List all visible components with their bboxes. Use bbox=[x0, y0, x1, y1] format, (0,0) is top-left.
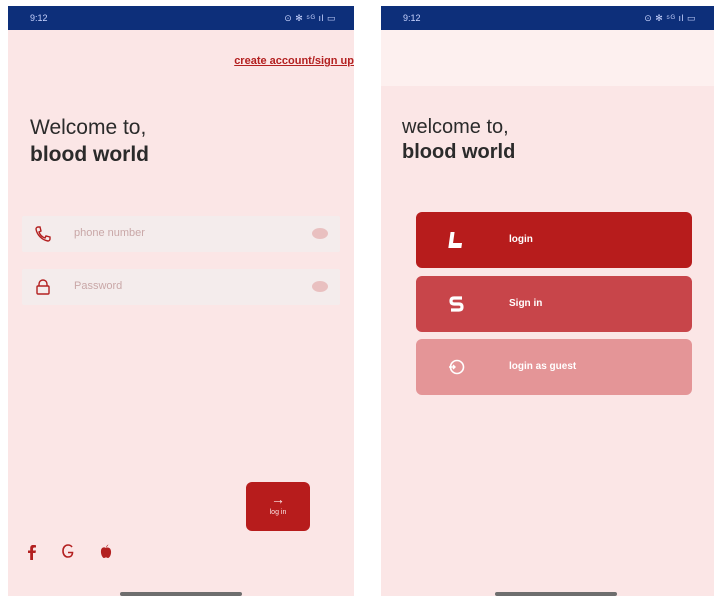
home-indicator[interactable] bbox=[495, 592, 617, 596]
welcome-line-1: welcome to, bbox=[402, 116, 509, 138]
arrow-right-icon: → bbox=[271, 491, 285, 507]
login-button-label: log in bbox=[269, 509, 287, 516]
login-screen: 9:12 ⊙ ✻ ⁵ᴳ ıl ▭ create account/sign up … bbox=[8, 6, 354, 596]
eye-icon[interactable] bbox=[312, 281, 328, 292]
status-bar: 9:12 ⊙ ✻ ⁵ᴳ ıl ▭ bbox=[381, 6, 714, 30]
guest-login-button[interactable]: login as guest bbox=[416, 339, 692, 395]
apple-icon[interactable] bbox=[98, 543, 114, 561]
google-icon[interactable] bbox=[60, 543, 76, 561]
login-icon bbox=[448, 232, 463, 248]
sign-in-button[interactable]: Sign in bbox=[416, 276, 692, 332]
guest-icon bbox=[449, 359, 465, 375]
guest-label: login as guest bbox=[509, 361, 577, 372]
login-button[interactable]: login bbox=[416, 212, 692, 268]
header-band bbox=[381, 30, 714, 86]
welcome-heading: welcome to, blood world bbox=[402, 115, 515, 165]
welcome-screen: 9:12 ⊙ ✻ ⁵ᴳ ıl ▭ welcome to, blood world… bbox=[381, 6, 714, 596]
login-label: login bbox=[509, 234, 533, 245]
password-placeholder: Password bbox=[74, 280, 123, 292]
status-time: 9:12 bbox=[30, 13, 48, 23]
facebook-icon[interactable] bbox=[24, 543, 40, 561]
status-icons: ⊙ ✻ ⁵ᴳ ıl ▭ bbox=[284, 13, 336, 23]
lock-icon bbox=[36, 279, 50, 295]
signin-icon bbox=[449, 296, 464, 312]
app-name: blood world bbox=[402, 141, 516, 163]
phone-placeholder: phone number bbox=[74, 227, 145, 239]
phone-icon bbox=[35, 226, 51, 242]
password-field[interactable]: Password bbox=[22, 269, 340, 305]
app-name: blood world bbox=[30, 143, 149, 166]
signin-label: Sign in bbox=[509, 298, 543, 309]
home-indicator[interactable] bbox=[120, 592, 242, 596]
create-account-link[interactable]: create account/sign up bbox=[234, 55, 354, 67]
login-submit-button[interactable]: → log in bbox=[246, 482, 310, 531]
welcome-line-1: Welcome to, bbox=[30, 116, 147, 139]
phone-number-field[interactable]: phone number bbox=[22, 216, 340, 252]
status-time: 9:12 bbox=[403, 13, 421, 23]
welcome-heading: Welcome to, blood world bbox=[30, 114, 149, 168]
status-bar: 9:12 ⊙ ✻ ⁵ᴳ ıl ▭ bbox=[8, 6, 354, 30]
status-icons: ⊙ ✻ ⁵ᴳ ıl ▭ bbox=[644, 13, 696, 23]
eye-icon[interactable] bbox=[312, 228, 328, 239]
